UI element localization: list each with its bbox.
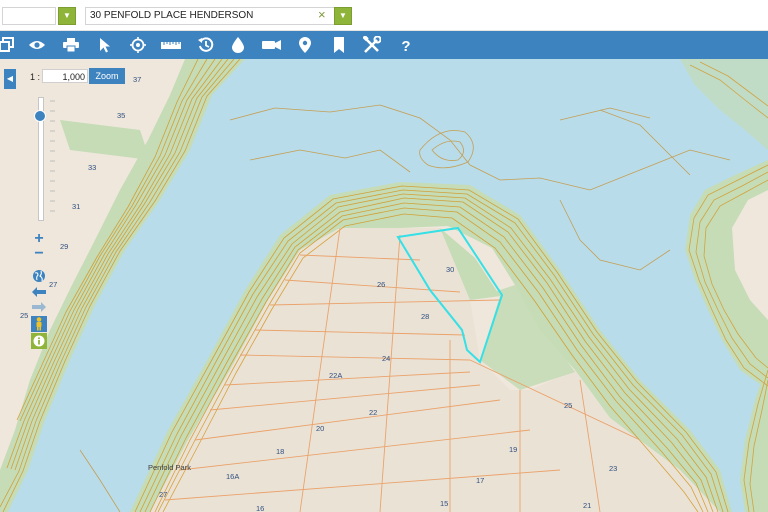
- lot-label: 18: [276, 447, 284, 456]
- clear-search-button[interactable]: ×: [318, 7, 326, 23]
- lot-label: 29: [60, 242, 68, 251]
- forward-arrow-icon[interactable]: [31, 299, 47, 315]
- address-dropdown-button[interactable]: ▼: [334, 7, 352, 25]
- lot-label: 30: [446, 265, 454, 274]
- ruler-icon[interactable]: [161, 35, 181, 55]
- lot-label: 22: [369, 408, 377, 417]
- lot-label: 27: [159, 490, 167, 499]
- lot-label: 31: [72, 202, 80, 211]
- bookmark-icon[interactable]: [329, 35, 349, 55]
- print-icon[interactable]: [61, 35, 81, 55]
- lot-label: 28: [421, 312, 429, 321]
- lot-label: 27: [49, 280, 57, 289]
- tools-icon[interactable]: [362, 35, 382, 55]
- zoom-out-button[interactable]: −: [31, 245, 47, 262]
- lot-label: 15: [440, 499, 448, 508]
- lot-label: 33: [88, 163, 96, 172]
- layers-icon[interactable]: [0, 35, 17, 55]
- scale-prefix: 1 :: [30, 72, 41, 82]
- water-drop-icon[interactable]: [228, 35, 248, 55]
- lot-label: 37: [133, 75, 141, 84]
- eye-icon[interactable]: [27, 35, 47, 55]
- lot-label: 35: [117, 111, 125, 120]
- map-toolbar: ?: [0, 31, 768, 59]
- layer-select-field[interactable]: [2, 7, 56, 25]
- lot-label: 25: [564, 401, 572, 410]
- help-icon[interactable]: ?: [396, 35, 416, 55]
- layer-dropdown-button[interactable]: ▼: [58, 7, 76, 25]
- lot-label: 16A: [226, 472, 239, 481]
- scale-input[interactable]: 1,000: [42, 69, 88, 83]
- lot-label: 16: [256, 504, 264, 512]
- pointer-icon[interactable]: [95, 35, 115, 55]
- map-render: 37 35 33 31 29 27 25 30 26 28 24 22A 22 …: [0, 59, 768, 512]
- locate-icon[interactable]: [128, 35, 148, 55]
- collapse-panel-button[interactable]: ◀: [4, 69, 16, 89]
- lot-label: 22A: [329, 371, 342, 380]
- info-icon[interactable]: [31, 333, 47, 349]
- zoom-slider-ticks: [50, 97, 56, 219]
- park-label: Penfold Park: [148, 463, 191, 472]
- lot-label: 23: [609, 464, 617, 473]
- lot-label: 20: [316, 424, 324, 433]
- camera-icon[interactable]: [262, 35, 282, 55]
- back-arrow-icon[interactable]: [31, 284, 47, 300]
- map-canvas[interactable]: 37 35 33 31 29 27 25 30 26 28 24 22A 22 …: [0, 59, 768, 512]
- place-marker-icon[interactable]: [295, 35, 315, 55]
- lot-label: 21: [583, 501, 591, 510]
- street-view-person-icon[interactable]: [31, 316, 47, 332]
- lot-label: 26: [377, 280, 385, 289]
- land-main-inner: [150, 228, 720, 512]
- svg-text:?: ?: [401, 38, 410, 53]
- lot-label: 17: [476, 476, 484, 485]
- search-bar: ▼ 30 PENFOLD PLACE HENDERSON × ▼: [0, 0, 768, 31]
- address-search-input[interactable]: 30 PENFOLD PLACE HENDERSON: [85, 7, 337, 25]
- bush-area-top-right: [680, 59, 768, 150]
- zoom-button[interactable]: Zoom: [89, 68, 125, 84]
- lot-label: 19: [509, 445, 517, 454]
- globe-icon[interactable]: [31, 268, 47, 284]
- history-icon[interactable]: [196, 35, 216, 55]
- zoom-slider-handle[interactable]: [34, 110, 46, 122]
- lot-label: 25: [20, 311, 28, 320]
- lot-label: 24: [382, 354, 390, 363]
